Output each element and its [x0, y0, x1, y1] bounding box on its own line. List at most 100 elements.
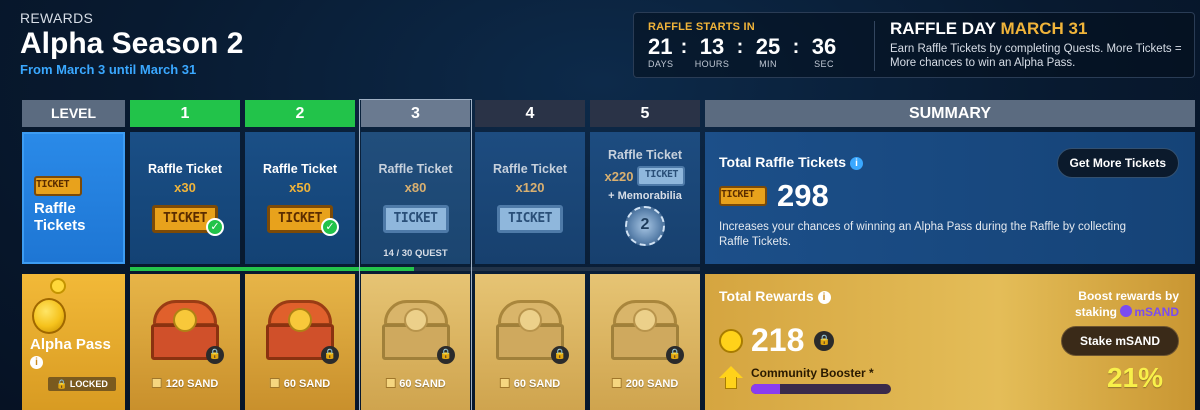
total-tickets-count: 298: [777, 178, 829, 213]
raffle-day-desc: Earn Raffle Tickets by completing Quests…: [890, 43, 1182, 69]
reward-amount: x220: [604, 168, 634, 184]
level-1-alpha-reward[interactable]: 🔒 120 SAND: [130, 274, 240, 410]
reward-sand-amount: 60 SAND: [269, 378, 330, 390]
alpha-pass-coin-icon: [32, 298, 66, 334]
alpha-pass-label: Alpha Pass: [30, 336, 111, 353]
countdown-days-unit: DAYS: [648, 59, 674, 69]
level-5-header: 5: [590, 100, 700, 127]
level-1-header: 1: [130, 100, 240, 127]
level-3-alpha-reward[interactable]: 🔒 60 SAND: [361, 274, 470, 410]
raffle-day-title: RAFFLE DAY: [890, 19, 996, 38]
reward-amount: x80: [404, 180, 427, 195]
level-5-ticket-reward[interactable]: Raffle Ticket x220 TICKET + Memorabilia …: [590, 132, 700, 264]
raffle-day-date: MARCH 31: [1000, 19, 1088, 38]
reward-title: Raffle Ticket: [378, 162, 453, 176]
booster-progress-bar: [751, 384, 891, 394]
reward-amount: x120: [515, 180, 545, 195]
raffle-day-info: RAFFLE DAY MARCH 31 Earn Raffle Tickets …: [890, 19, 1190, 70]
msand-token-label: mSAND: [1134, 305, 1179, 319]
boost-note-line1: Boost rewards by: [1078, 289, 1179, 303]
info-icon[interactable]: i: [849, 157, 863, 170]
summary-header: SUMMARY: [705, 100, 1195, 127]
level-1-ticket-reward[interactable]: Raffle Ticket x30 TICKET ✓: [130, 132, 240, 264]
raffle-countdown: RAFFLE STARTS IN 21 DAYS : 13 HOURS : 25 MI…: [648, 21, 866, 69]
divider: [874, 21, 875, 71]
sand-cube-icon: [151, 378, 162, 388]
level-2-alpha-reward[interactable]: 🔒 60 SAND: [245, 274, 355, 410]
sand-cube-icon: [499, 378, 510, 388]
total-tickets-title: Total Raffle Tickets: [719, 154, 847, 170]
lock-icon: 🔒: [437, 346, 455, 364]
level-5-alpha-reward[interactable]: 🔒 200 SAND: [590, 274, 700, 410]
info-icon[interactable]: i: [30, 356, 43, 369]
countdown-min-unit: MIN: [759, 59, 777, 69]
countdown-sec: 36: [811, 34, 837, 59]
page-title: Alpha Season 2: [20, 27, 244, 60]
booster-label: Community Booster *: [751, 366, 874, 380]
ticket-icon: TICKET: [719, 186, 767, 206]
memorabilia-label: + Memorabilia: [608, 190, 682, 202]
booster-progress-fill: [751, 384, 781, 394]
lock-icon: 🔒: [321, 346, 339, 364]
summary-rewards-panel: Total Rewards i 218 🔒 Community Booster …: [705, 274, 1195, 410]
raffle-tickets-row-label: TICKET Raffle Tickets: [22, 132, 125, 264]
check-icon: ✓: [321, 218, 339, 236]
coin-icon: [50, 278, 66, 294]
countdown-hours: 13: [699, 34, 725, 59]
boost-note-line2: staking: [1074, 305, 1117, 319]
colon-separator: :: [736, 36, 744, 58]
countdown-sec-unit: SEC: [814, 59, 834, 69]
booster-percentage: 21%: [1106, 362, 1163, 393]
boost-arrow-icon: [719, 366, 743, 390]
level-3-ticket-reward[interactable]: Raffle Ticket x80 TICKET 14 / 30 QUEST: [361, 132, 470, 264]
reward-amount: x30: [174, 180, 196, 195]
total-tickets-desc: Increases your chances of winning an Alp…: [719, 221, 1127, 248]
section-eyebrow: REWARDS: [20, 10, 94, 26]
community-booster: Community Booster *: [719, 366, 891, 394]
sand-cube-icon: [269, 378, 280, 388]
level-2-header: 2: [245, 100, 355, 127]
season-dates: From March 3 until March 31: [20, 62, 197, 77]
ticket-icon: TICKET: [34, 176, 82, 196]
total-rewards-title: Total Rewards: [719, 288, 814, 304]
countdown-label: RAFFLE STARTS IN: [648, 21, 755, 33]
locked-badge-label: LOCKED: [69, 379, 108, 389]
colon-separator: :: [680, 36, 688, 58]
stake-msand-button[interactable]: Stake mSAND: [1061, 326, 1179, 356]
lock-icon: 🔒: [666, 346, 684, 364]
reward-amount: x50: [289, 180, 311, 195]
sand-cube-icon: [385, 378, 396, 388]
sand-cube-icon: [611, 378, 622, 388]
reward-sand-amount: 60 SAND: [499, 378, 560, 390]
page-header: REWARDS Alpha Season 2 From March 3 unti…: [20, 10, 243, 77]
ticket-icon: TICKET: [497, 205, 563, 233]
msand-token-icon: [1120, 305, 1133, 317]
level-3-header: 3: [361, 100, 470, 127]
raffle-tickets-label: Raffle Tickets: [34, 200, 86, 234]
reward-title: Raffle Ticket: [492, 162, 568, 176]
reward-title: Raffle Ticket: [147, 162, 223, 176]
reward-sand-amount: 60 SAND: [385, 378, 446, 390]
level-4-ticket-reward[interactable]: Raffle Ticket x120 TICKET: [475, 132, 585, 264]
quest-progress-text: 14 / 30 QUEST: [383, 248, 448, 259]
lock-icon: 🔒: [551, 346, 569, 364]
ticket-icon: TICKET: [382, 205, 449, 233]
info-icon[interactable]: i: [817, 291, 831, 304]
lock-icon: 🔒: [814, 330, 835, 351]
raffle-info-panel: RAFFLE STARTS IN 21 DAYS : 13 HOURS : 25 MI…: [633, 12, 1195, 78]
lock-icon: 🔒: [56, 379, 68, 389]
reward-title: Raffle Ticket: [607, 148, 683, 162]
ticket-icon: TICKET: [637, 166, 686, 186]
locked-badge: 🔒 LOCKED: [48, 377, 116, 391]
level-4-alpha-reward[interactable]: 🔒 60 SAND: [475, 274, 585, 410]
check-icon: ✓: [206, 218, 224, 236]
level-2-ticket-reward[interactable]: Raffle Ticket x50 TICKET ✓: [245, 132, 355, 264]
countdown-min: 25: [755, 34, 781, 59]
reward-sand-amount: 200 SAND: [611, 378, 678, 390]
quest-progress-bar: [130, 267, 414, 271]
countdown-hours-unit: HOURS: [694, 59, 730, 69]
get-more-tickets-button[interactable]: Get More Tickets: [1056, 148, 1179, 178]
reward-sand-amount: 120 SAND: [151, 378, 218, 390]
coin-icon: [719, 328, 743, 353]
level-4-header: 4: [475, 100, 585, 127]
